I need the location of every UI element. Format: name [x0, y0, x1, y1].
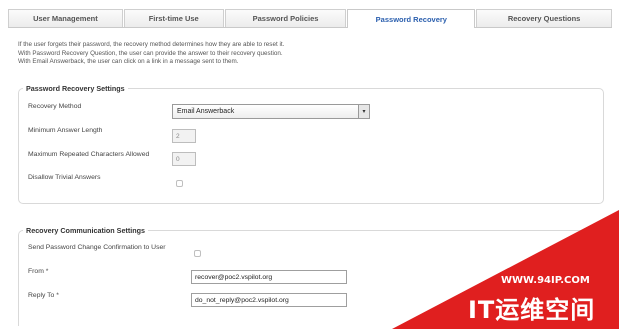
disallow-trivial-answers-label: Disallow Trivial Answers — [28, 174, 101, 181]
recovery-communication-settings-legend: Recovery Communication Settings — [26, 226, 146, 235]
intro-line-1: If the user forgets their password, the … — [18, 41, 285, 48]
min-answer-length-input[interactable]: 2 — [172, 129, 196, 143]
reply-to-label: Reply To * — [28, 292, 59, 299]
max-repeated-chars-label: Maximum Repeated Characters Allowed — [28, 151, 150, 158]
send-confirmation-label: Send Password Change Confirmation to Use… — [28, 244, 166, 251]
chevron-down-icon[interactable]: ▾ — [358, 105, 369, 118]
intro-text: If the user forgets their password, the … — [18, 41, 284, 67]
intro-line-2: With Password Recovery Question, the use… — [18, 49, 283, 57]
watermark-host-text: WWW.94IP.COM — [501, 275, 590, 286]
send-confirmation-checkbox[interactable] — [194, 250, 201, 257]
tab-user-management[interactable]: User Management — [8, 9, 123, 27]
from-input[interactable]: recover@poc2.vspilot.org — [191, 270, 347, 284]
tab-recovery-questions[interactable]: Recovery Questions — [476, 9, 612, 27]
min-answer-length-label: Minimum Answer Length — [28, 127, 103, 134]
password-recovery-settings-legend: Password Recovery Settings — [26, 84, 125, 93]
disallow-trivial-answers-checkbox[interactable] — [176, 180, 183, 187]
reply-to-input[interactable]: do_not_reply@poc2.vspilot.org — [191, 293, 347, 307]
intro-line-3: With Email Answerback, the user can clic… — [18, 58, 239, 66]
from-label: From * — [28, 268, 49, 275]
settings-tabs: User Management First-time Use Password … — [8, 9, 612, 28]
max-repeated-chars-input[interactable]: 0 — [172, 152, 196, 166]
tab-password-policies[interactable]: Password Policies — [224, 9, 347, 27]
recovery-method-value: Email Answerback — [177, 108, 235, 115]
recovery-method-label: Recovery Method — [28, 103, 82, 110]
recovery-method-select[interactable]: Email Answerback ▾ — [172, 104, 370, 119]
password-recovery-settings-group: Password Recovery Settings — [18, 84, 604, 204]
watermark-brand-text: IT运维空间 — [468, 296, 596, 324]
tab-first-time-use[interactable]: First-time Use — [123, 9, 224, 27]
tab-password-recovery[interactable]: Password Recovery — [347, 9, 476, 28]
